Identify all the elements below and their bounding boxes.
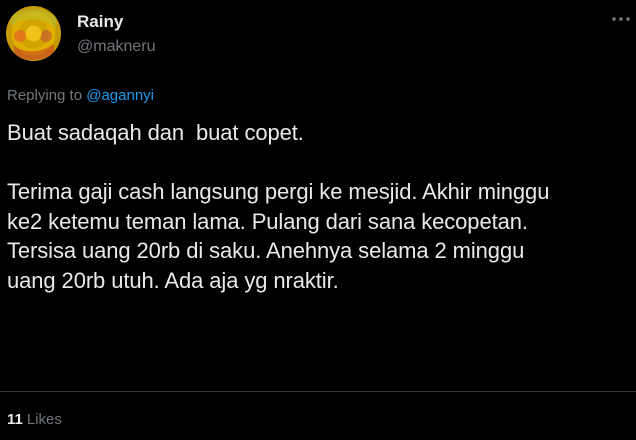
likes-label: Likes xyxy=(26,411,62,428)
display-name[interactable]: Rainy xyxy=(77,12,123,32)
tweet-text: Buat sadaqah dan buat copet. Terima gaji… xyxy=(7,120,550,293)
more-options-icon[interactable] xyxy=(610,10,632,28)
reply-mention-link[interactable]: @agannyi xyxy=(86,87,154,104)
avatar[interactable] xyxy=(6,6,61,61)
replying-to-label: Replying to xyxy=(7,87,87,104)
likes-count: 11 xyxy=(7,411,23,428)
tweet-card: Rainy @makneru Replying to @agannyi Buat… xyxy=(0,0,636,440)
user-handle[interactable]: @makneru xyxy=(77,38,156,56)
replying-to-line: Replying to @agannyi xyxy=(7,87,154,104)
avatar-image-icon xyxy=(6,6,61,61)
divider xyxy=(0,391,636,392)
likes-stat[interactable]: 11 Likes xyxy=(7,411,62,428)
